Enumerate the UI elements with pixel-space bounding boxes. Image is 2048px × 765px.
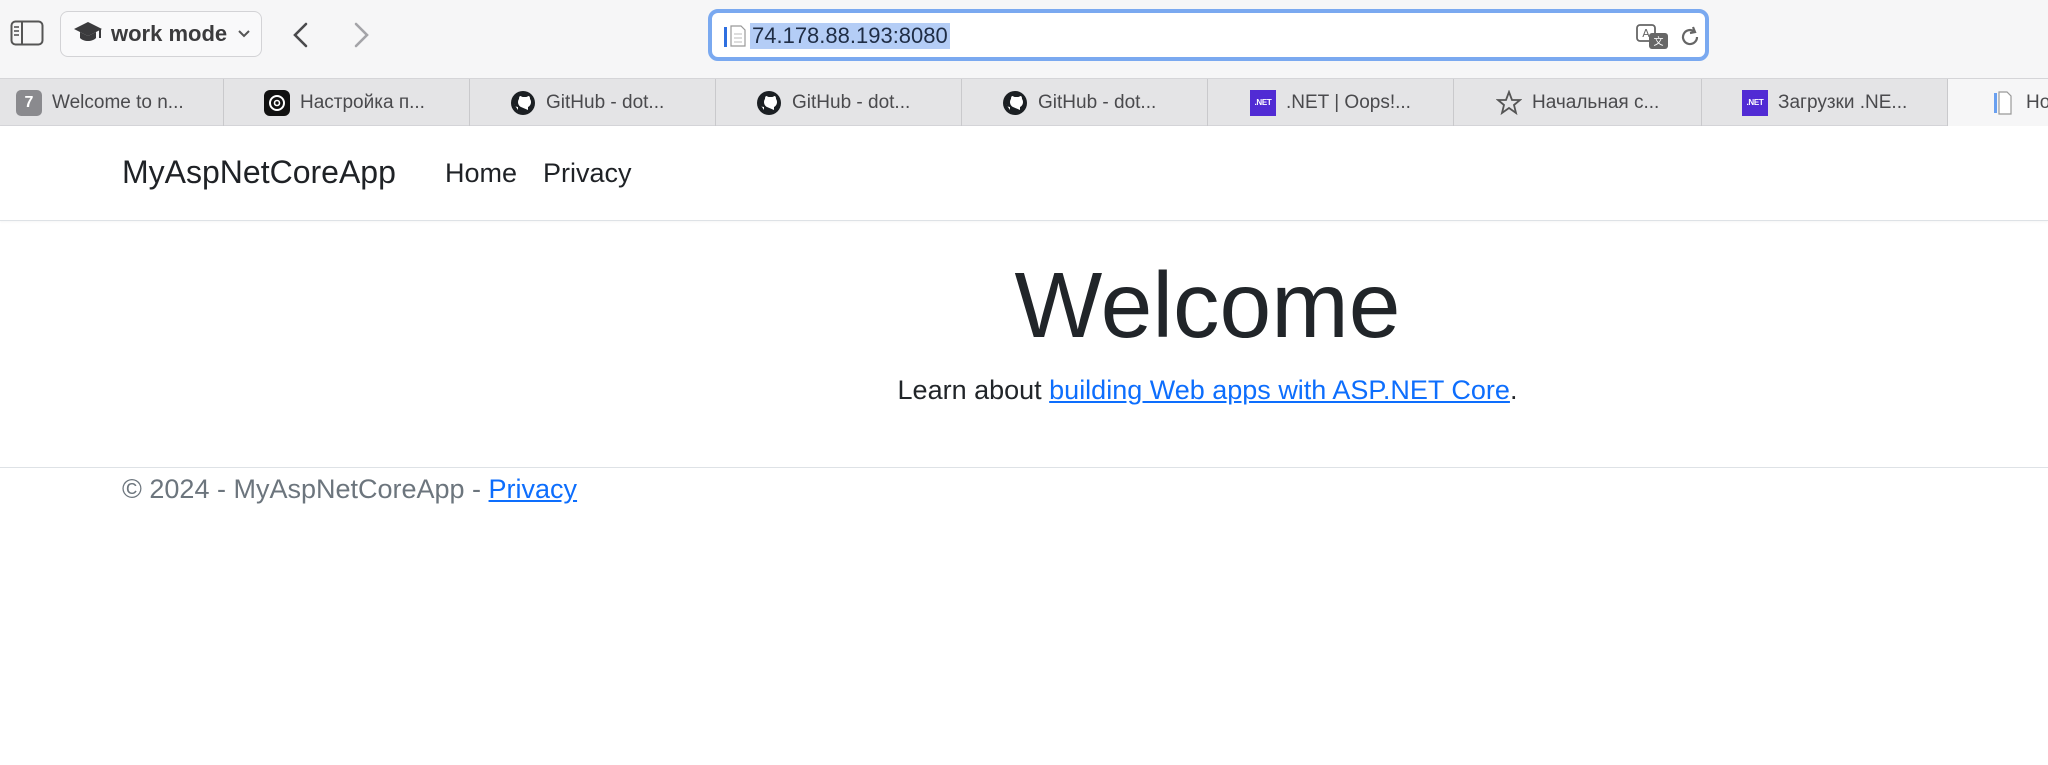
tab-title: Но (2026, 91, 2048, 113)
footer-privacy-link[interactable]: Privacy (489, 474, 578, 504)
nav-home-link[interactable]: Home (445, 158, 517, 189)
site-brand-link[interactable]: MyAspNetCoreApp (122, 154, 396, 191)
github-icon (510, 90, 536, 116)
browser-tab[interactable]: .NET .NET | Oops!... (1208, 79, 1454, 126)
tab-title: Загрузки .NE... (1778, 91, 1908, 113)
learn-about-text: Learn about building Web apps with ASP.N… (0, 375, 2048, 406)
nav-privacy-link[interactable]: Privacy (543, 158, 632, 189)
tab-title: Welcome to n... (52, 91, 184, 113)
tab-title: .NET | Oops!... (1286, 91, 1411, 113)
tab-title: Настройка п... (300, 91, 425, 113)
graduation-cap-icon (73, 20, 103, 49)
browser-tab[interactable]: Настройка п... (224, 79, 470, 126)
translate-icon[interactable]: A 文 (1636, 23, 1670, 56)
page-icon (730, 25, 746, 52)
site-navbar: MyAspNetCoreApp Home Privacy (0, 126, 2048, 221)
star-icon (1496, 89, 1522, 116)
site-footer: © 2024 - MyAspNetCoreApp - Privacy (0, 467, 2048, 505)
browser-tab[interactable]: Начальная с... (1454, 79, 1702, 126)
dotnet-icon: .NET (1250, 89, 1276, 116)
chevron-down-icon (237, 26, 251, 45)
openai-icon (264, 89, 290, 116)
browser-tab[interactable]: 7 Welcome to n... (0, 79, 224, 126)
browser-tab-active[interactable]: Но (1948, 79, 2048, 126)
browser-toolbar: work mode 74.178.88.193:8080 A 文 (0, 0, 2048, 78)
browser-tab[interactable]: GitHub - dot... (470, 79, 716, 126)
page-icon (1990, 90, 2016, 116)
dotnet-icon: .NET (1742, 89, 1768, 116)
tab-title: GitHub - dot... (1038, 91, 1157, 113)
reload-icon[interactable] (1678, 25, 1702, 54)
back-button-icon[interactable] (288, 20, 314, 55)
learn-suffix: . (1509, 375, 1518, 405)
forward-button-icon[interactable] (348, 20, 374, 55)
text-cursor (724, 27, 727, 47)
address-url[interactable]: 74.178.88.193:8080 (750, 23, 950, 49)
tab-title: GitHub - dot... (792, 91, 911, 113)
github-icon (1002, 90, 1028, 116)
svg-text:文: 文 (1654, 35, 1664, 48)
learn-prefix: Learn about (897, 375, 1050, 405)
sidebar-toggle-icon[interactable] (10, 20, 46, 48)
seven-badge-icon: 7 (16, 89, 42, 116)
aspnet-docs-link[interactable]: building Web apps with ASP.NET Core (1049, 375, 1510, 405)
tab-title: GitHub - dot... (546, 91, 665, 113)
footer-copyright: © 2024 - MyAspNetCoreApp - (122, 474, 489, 504)
github-icon (756, 90, 782, 116)
profile-label: work mode (111, 21, 228, 46)
tab-strip: 7 Welcome to n... Настройка п... GitHub … (0, 78, 2048, 126)
page-title: Welcome (1014, 253, 1401, 357)
tab-title: Начальная с... (1532, 91, 1660, 113)
browser-tab[interactable]: .NET Загрузки .NE... (1702, 79, 1948, 126)
address-bar[interactable]: 74.178.88.193:8080 A 文 (708, 9, 1709, 61)
browser-tab[interactable]: GitHub - dot... (716, 79, 962, 126)
browser-tab[interactable]: GitHub - dot... (962, 79, 1208, 126)
profile-switcher-button[interactable]: work mode (60, 11, 262, 57)
